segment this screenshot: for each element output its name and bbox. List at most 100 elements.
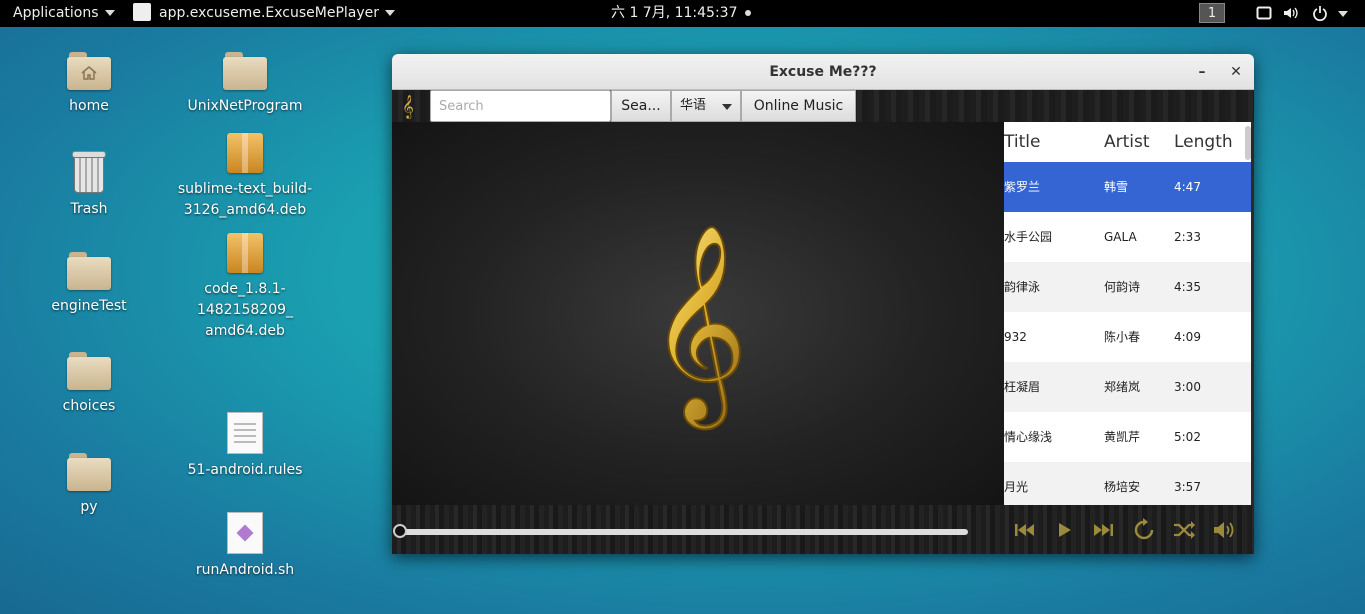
home-folder-icon	[67, 52, 111, 90]
language-select-value: 华语	[680, 98, 707, 113]
player-controls	[392, 505, 1254, 554]
playlist-row[interactable]: 水手公园 GALA 2:33	[1004, 212, 1251, 262]
playlist-row[interactable]: 情心缘浅 黄凯芹 5:02	[1004, 412, 1251, 462]
next-icon[interactable]	[1091, 517, 1117, 543]
workspace-indicator[interactable]: 1	[1199, 3, 1225, 23]
notification-dot-icon	[744, 10, 751, 16]
shuffle-icon[interactable]	[1171, 517, 1197, 543]
column-header-length[interactable]: Length	[1174, 122, 1233, 162]
minimize-button[interactable]: –	[1192, 62, 1212, 82]
chevron-down-icon	[722, 104, 732, 110]
playlist: Title Artist Length 紫罗兰 韩雪 4:47 水手公园 GAL…	[1004, 122, 1251, 505]
top-panel: Applications app.excuseme.ExcuseMePlayer…	[0, 0, 1365, 27]
desktop-icon-choices[interactable]: choices	[14, 352, 164, 417]
language-select[interactable]: 华语	[671, 90, 741, 122]
package-icon	[227, 133, 263, 173]
chevron-down-icon[interactable]	[1338, 11, 1348, 17]
album-cover: 𝄞	[392, 122, 1004, 505]
desktop-icon-label: sublime-text_build-	[177, 181, 313, 197]
playlist-row[interactable]: 韵律泳 何韵诗 4:35	[1004, 262, 1251, 312]
chevron-down-icon	[385, 10, 396, 16]
desktop-icon-label: choices	[62, 398, 116, 414]
track-title: 枉凝眉	[1004, 380, 1041, 394]
desktop-icon-label: home	[69, 98, 109, 114]
window-title: Excuse Me???	[769, 64, 877, 80]
track-artist: 郑绪岚	[1104, 380, 1141, 394]
track-artist: GALA	[1104, 230, 1137, 244]
track-title: 932	[1004, 330, 1027, 344]
close-button[interactable]: ✕	[1226, 62, 1246, 82]
track-length: 4:47	[1174, 180, 1201, 194]
playlist-scrollbar[interactable]	[1245, 126, 1251, 160]
online-music-button[interactable]: Online Music	[741, 90, 856, 122]
script-file-icon	[227, 512, 263, 554]
track-title: 月光	[1004, 480, 1029, 494]
desktop-icon-label: 3126_amd64.deb	[183, 202, 307, 218]
desktop-icon-android-rules[interactable]: 51-android.rules	[170, 412, 320, 481]
window-titlebar[interactable]: Excuse Me??? – ✕	[392, 54, 1254, 90]
search-input[interactable]	[430, 90, 611, 122]
desktop-icon-home[interactable]: home	[14, 52, 164, 117]
treble-clef-icon: 𝄞	[402, 94, 414, 118]
app-menu[interactable]: app.excuseme.ExcuseMePlayer	[133, 0, 396, 27]
track-artist: 黄凯芹	[1104, 430, 1141, 444]
track-length: 4:09	[1174, 330, 1201, 344]
svg-text:𝄞: 𝄞	[648, 223, 748, 429]
desktop-icon-enginetest[interactable]: engineTest	[14, 252, 164, 317]
screen-icon[interactable]	[1256, 5, 1272, 21]
applications-label: Applications	[13, 5, 99, 21]
track-artist: 何韵诗	[1104, 280, 1141, 294]
desktop-icon-label: code_1.8.1-	[204, 281, 286, 297]
progress-knob[interactable]	[393, 524, 407, 538]
column-header-title[interactable]: Title	[1004, 122, 1040, 162]
package-icon	[227, 233, 263, 273]
desktop-icon-label: UnixNetProgram	[187, 98, 303, 114]
clock-label: 六 1 7月, 11:45:37	[611, 5, 738, 21]
track-artist: 韩雪	[1104, 180, 1129, 194]
volume-icon[interactable]	[1283, 5, 1299, 21]
search-button[interactable]: Sea...	[611, 90, 671, 122]
desktop-icon-trash[interactable]: Trash	[14, 151, 164, 220]
desktop-icon-code-deb[interactable]: code_1.8.1- 1482158209_ amd64.deb	[170, 233, 320, 342]
volume-icon[interactable]	[1211, 517, 1237, 543]
desktop-icon-runandroid[interactable]: runAndroid.sh	[170, 512, 320, 581]
track-length: 3:57	[1174, 480, 1201, 494]
desktop-icon-label: py	[80, 499, 98, 515]
app-icon	[133, 3, 151, 21]
desktop-icon-unixnetprogram[interactable]: UnixNetProgram	[170, 52, 320, 117]
repeat-icon[interactable]	[1131, 517, 1157, 543]
toolbar: 𝄞 Sea... 华语 Online Music	[392, 90, 1254, 122]
playlist-row[interactable]: 紫罗兰 韩雪 4:47	[1004, 162, 1251, 212]
folder-icon	[67, 252, 111, 290]
power-icon[interactable]	[1312, 5, 1328, 21]
desktop-icon-label: 1482158209_	[196, 302, 294, 318]
desktop-icon-label: Trash	[70, 201, 108, 217]
text-file-icon	[227, 412, 263, 454]
track-artist: 陈小春	[1104, 330, 1141, 344]
track-length: 3:00	[1174, 380, 1201, 394]
applications-menu[interactable]: Applications	[13, 0, 115, 27]
track-length: 2:33	[1174, 230, 1201, 244]
track-title: 情心缘浅	[1004, 430, 1053, 444]
treble-clef-art-icon: 𝄞	[647, 222, 749, 430]
desktop-icon-sublime-deb[interactable]: sublime-text_build- 3126_amd64.deb	[170, 133, 320, 221]
column-header-artist[interactable]: Artist	[1104, 122, 1150, 162]
desktop-icon-py[interactable]: py	[14, 453, 164, 518]
folder-icon	[223, 52, 267, 90]
desktop-icon-label: 51-android.rules	[187, 462, 303, 478]
playlist-header: Title Artist Length	[1004, 122, 1251, 163]
progress-bar[interactable]	[400, 529, 968, 535]
prev-icon[interactable]	[1011, 517, 1037, 543]
player-window: Excuse Me??? – ✕ 𝄞 Sea... 华语 Online Musi…	[392, 54, 1254, 554]
desktop-icon-label: amd64.deb	[205, 323, 285, 339]
folder-icon	[67, 352, 111, 390]
playlist-row[interactable]: 932 陈小春 4:09	[1004, 312, 1251, 362]
play-icon[interactable]	[1051, 517, 1077, 543]
app-menu-label: app.excuseme.ExcuseMePlayer	[159, 5, 380, 21]
track-title: 韵律泳	[1004, 280, 1041, 294]
track-length: 4:35	[1174, 280, 1201, 294]
playlist-row[interactable]: 枉凝眉 郑绪岚 3:00	[1004, 362, 1251, 412]
track-length: 5:02	[1174, 430, 1201, 444]
clock[interactable]: 六 1 7月, 11:45:37	[611, 0, 751, 27]
playlist-row[interactable]: 月光 杨培安 3:57	[1004, 462, 1251, 505]
